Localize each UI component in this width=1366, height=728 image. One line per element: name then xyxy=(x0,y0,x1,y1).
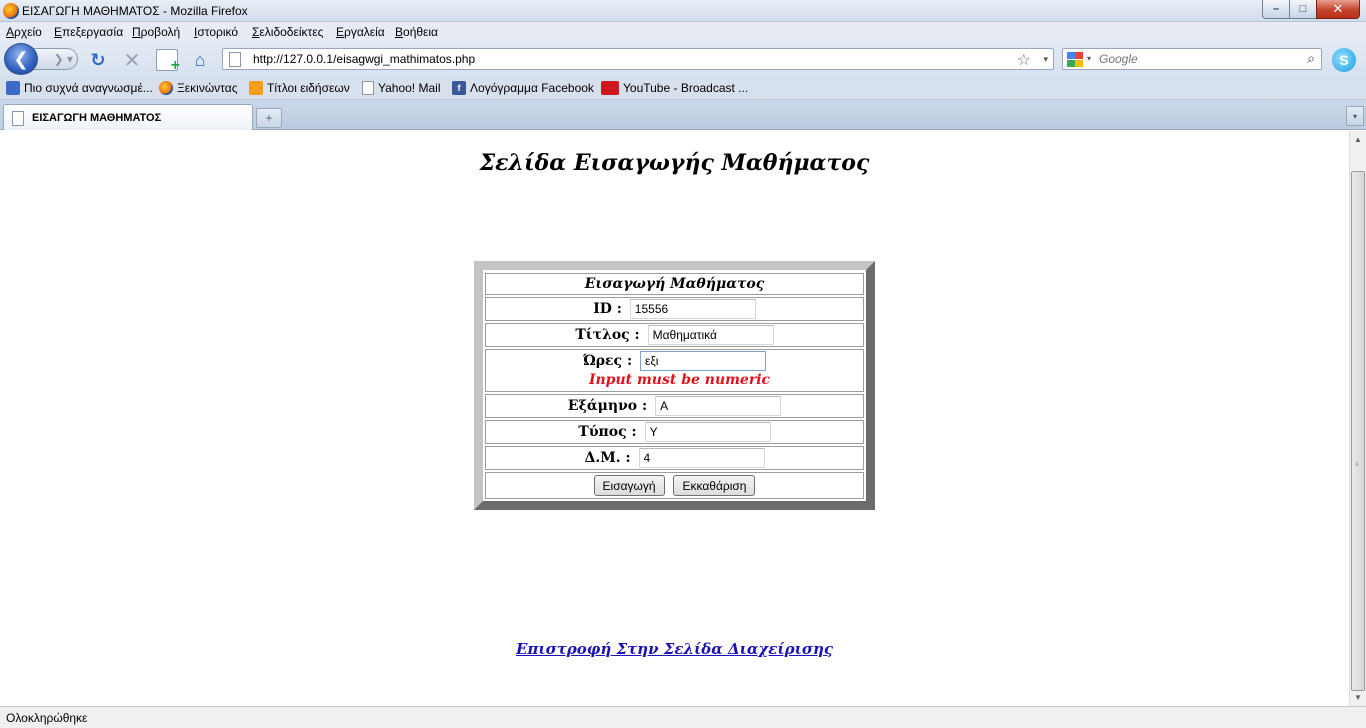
id-label: ID : xyxy=(593,301,622,317)
menu-history[interactable]: Ιστορικό xyxy=(194,25,238,39)
submit-button[interactable]: Εισαγωγή xyxy=(593,475,665,496)
bookmark-facebook[interactable]: f Λογόγραμμα Facebook xyxy=(452,81,594,95)
reload-icon[interactable]: ↻ xyxy=(88,50,108,70)
search-icon[interactable]: ⌕ xyxy=(1307,50,1315,67)
back-to-admin-link[interactable]: Επιστροφή Στην Σελίδα Διαχείρισης xyxy=(516,640,833,658)
google-icon[interactable] xyxy=(1067,52,1083,67)
firefox-icon xyxy=(3,3,19,19)
minimize-button[interactable]: – xyxy=(1262,0,1289,19)
forward-button[interactable]: ❯ ▾ xyxy=(34,48,78,70)
menu-file[interactable]: Αρχείο xyxy=(6,25,42,39)
page-icon xyxy=(362,81,374,95)
status-text: Ολοκληρώθηκε xyxy=(6,711,88,725)
dm-label: Δ.Μ. : xyxy=(584,450,631,466)
bookmark-news-headlines[interactable]: Τίτλοι ειδήσεων xyxy=(249,81,350,95)
menu-bookmarks[interactable]: Σελιδοδείκτες xyxy=(252,25,323,39)
reset-button[interactable]: Εκκαθάριση xyxy=(673,475,756,496)
most-visited-icon xyxy=(6,81,20,95)
bookmarks-toolbar: Πιο συχνά αναγνωσμέ... Ξεκινώντας Τίτλοι… xyxy=(0,77,1366,100)
close-button[interactable]: ✕ xyxy=(1316,0,1360,19)
bookmark-most-visited[interactable]: Πιο συχνά αναγνωσμέ... xyxy=(6,81,153,95)
semester-row: Εξάμηνο : xyxy=(485,394,864,418)
status-bar: Ολοκληρώθηκε xyxy=(0,706,1366,728)
back-button[interactable]: ❮ xyxy=(4,43,38,75)
type-row: Τύπος : xyxy=(485,420,864,444)
tab-bar: ΕΙΣΑΓΩΓΗ ΜΑΘΗΜΑΤΟΣ + ▾ xyxy=(0,100,1366,130)
buttons-row: Εισαγωγή Εκκαθάριση xyxy=(485,472,864,499)
hours-input[interactable] xyxy=(640,351,767,371)
title-input[interactable] xyxy=(647,325,774,345)
semester-input[interactable] xyxy=(655,396,782,416)
title-label: Τίτλος : xyxy=(575,327,640,343)
semester-label: Εξάμηνο : xyxy=(567,398,648,414)
tab-label: ΕΙΣΑΓΩΓΗ ΜΑΘΗΜΑΤΟΣ xyxy=(32,112,162,124)
dm-input[interactable] xyxy=(638,448,765,468)
title-row: Τίτλος : xyxy=(485,323,864,347)
window-controls: – □ ✕ xyxy=(1262,0,1360,19)
hours-row: Ώρες : Input must be numeric xyxy=(485,349,864,392)
rss-icon xyxy=(249,81,263,95)
youtube-icon xyxy=(601,81,619,95)
page-content: Σελίδα Εισαγωγής Μαθήματος Εισαγωγή Μαθή… xyxy=(0,131,1349,706)
tab-active[interactable]: ΕΙΣΑΓΩΓΗ ΜΑΘΗΜΑΤΟΣ xyxy=(3,104,253,130)
page-title: Σελίδα Εισαγωγής Μαθήματος xyxy=(479,150,870,176)
course-form: Εισαγωγή Μαθήματος ID : Τίτλος : Ώρες : … xyxy=(474,261,875,510)
facebook-icon: f xyxy=(452,81,466,95)
bookmark-youtube[interactable]: YouTube - Broadcast ... xyxy=(601,81,748,95)
star-icon[interactable]: ☆ xyxy=(1017,50,1031,70)
address-dropdown-icon[interactable]: ▾ xyxy=(1043,54,1048,65)
id-input[interactable] xyxy=(629,299,756,319)
firefox-icon xyxy=(159,81,173,95)
menu-view[interactable]: Προβολή xyxy=(132,25,180,39)
id-row: ID : xyxy=(485,297,864,321)
page-icon xyxy=(229,52,241,67)
scroll-grip-icon: ≡ xyxy=(1355,462,1359,468)
tab-list-icon[interactable]: ▾ xyxy=(1346,106,1364,126)
search-bar[interactable]: ▾ ⌕ xyxy=(1062,48,1322,70)
window-title: ΕΙΣΑΓΩΓΗ ΜΑΘΗΜΑΤΟΣ - Mozilla Firefox xyxy=(22,4,248,18)
back-to-admin-link-container: Επιστροφή Στην Σελίδα Διαχείρισης xyxy=(0,640,1349,658)
navigation-toolbar: ❯ ▾ ❮ ↻ ✕ ⌂ http://127.0.0.1/eisagwgi_ma… xyxy=(0,41,1366,77)
skype-icon[interactable]: S xyxy=(1332,48,1356,72)
form-title: Εισαγωγή Μαθήματος xyxy=(485,273,864,295)
scroll-thumb[interactable]: ≡ xyxy=(1351,171,1365,691)
menu-tools[interactable]: Εργαλεία xyxy=(336,25,385,39)
new-tab-button[interactable]: + xyxy=(256,108,282,128)
scroll-down-icon[interactable]: ▼ xyxy=(1350,689,1366,706)
scroll-up-icon[interactable]: ▲ xyxy=(1350,131,1366,148)
hours-label: Ώρες : xyxy=(582,353,633,369)
menu-edit[interactable]: Επεξεργασία xyxy=(54,25,123,39)
search-engine-dropdown-icon[interactable]: ▾ xyxy=(1087,54,1091,63)
menu-help[interactable]: Βοήθεια xyxy=(395,25,438,39)
vertical-scrollbar[interactable]: ▲ ≡ ▼ xyxy=(1349,131,1366,706)
address-url[interactable]: http://127.0.0.1/eisagwgi_mathimatos.php xyxy=(253,52,475,66)
dm-row: Δ.Μ. : xyxy=(485,446,864,470)
stop-icon[interactable]: ✕ xyxy=(122,50,142,72)
add-bookmark-icon[interactable] xyxy=(156,49,180,75)
home-icon[interactable]: ⌂ xyxy=(190,50,210,70)
page-icon xyxy=(12,111,24,126)
menu-bar: Αρχείο Επεξεργασία Προβολή Ιστορικό Σελι… xyxy=(0,22,1366,41)
address-bar[interactable]: http://127.0.0.1/eisagwgi_mathimatos.php… xyxy=(222,48,1054,70)
hours-error-message: Input must be numeric xyxy=(588,372,771,388)
type-label: Τύπος : xyxy=(578,424,637,440)
bookmark-getting-started[interactable]: Ξεκινώντας xyxy=(159,81,237,95)
title-bar: ΕΙΣΑΓΩΓΗ ΜΑΘΗΜΑΤΟΣ - Mozilla Firefox – □… xyxy=(0,0,1366,22)
maximize-button[interactable]: □ xyxy=(1289,0,1316,19)
search-input[interactable] xyxy=(1099,52,1289,66)
bookmark-yahoo-mail[interactable]: Yahoo! Mail xyxy=(362,81,440,95)
type-input[interactable] xyxy=(644,422,771,442)
